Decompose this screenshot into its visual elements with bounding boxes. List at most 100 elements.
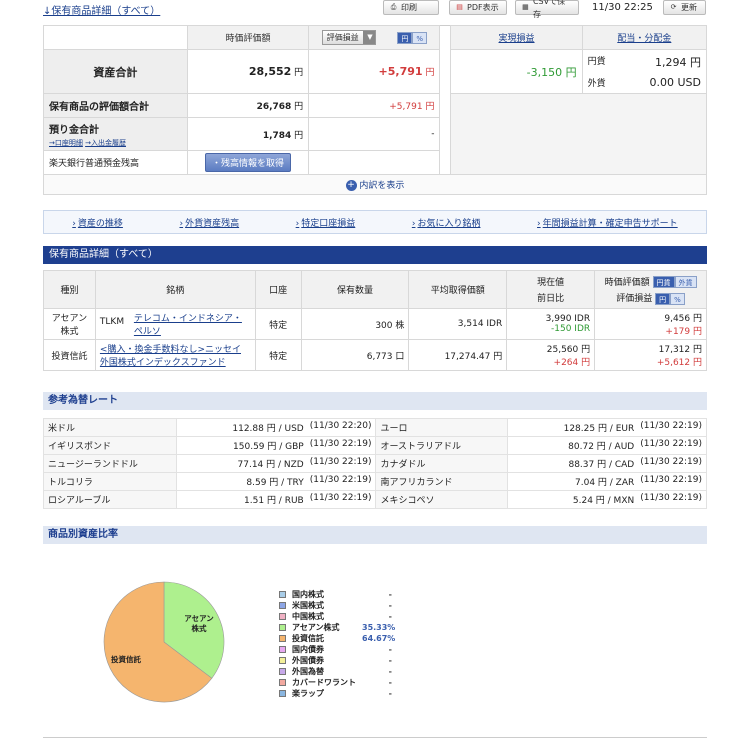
holding-valuation: 17,312 円 +5,612 円 [594,339,707,371]
deposit-total-cell: 預り金合計 →口座明細 →入出金履歴 [43,117,188,151]
col-avg: 平均取得価額 [408,270,508,309]
legend-swatch [279,591,286,598]
legend-swatch [279,679,286,686]
legend-item: 外国為替 - [279,666,429,677]
realized-header: 実現損益 [450,25,583,50]
table-row: ロシアルーブル 1.51 円 / RUB (11/30 22:19) メキシコペソ 5.… [42,490,708,509]
legend-swatch [279,602,286,609]
get-balance-button[interactable]: ・残高情報を取得 [205,153,292,172]
nav-fx-assets-link[interactable]: › 外貨資産残高 [179,216,239,229]
arrow-right-icon: › [72,218,76,229]
valuation-yen-toggle[interactable]: 円貨 [652,276,675,288]
bank-balance-cell: ・残高情報を取得 [186,150,310,175]
breakdown-row: + 内訳を表示 [43,174,707,195]
fx-currency-name: カナダドル [375,454,508,473]
legend-swatch [279,613,286,620]
col-type: 種別 [43,270,96,309]
col-price-change: 現在値 前日比 [506,270,596,309]
refresh-icon: ⟳ [670,3,677,11]
col-valuation-pl: 時価評価額 円貨 外貨 評価損益 円% [594,270,707,309]
pl-unit-yen-toggle[interactable]: 円 [397,31,413,44]
nav-tax-support-link[interactable]: › 年間損益計算・確定申告サポート [537,216,678,229]
pl-unit-pct-toggle[interactable]: % [412,31,428,44]
print-button[interactable]: ⎙ 印刷 [383,0,439,15]
holding-avg: 3,514 IDR [408,308,508,340]
chevron-down-icon: ▼ [367,33,373,41]
table-row: イギリスポンド 150.59 円 / GBP (11/30 22:19) オーストラリ… [42,436,708,455]
realized-pl-value: -3,150 円 [450,49,583,94]
fx-rate-value: 1.51 円 / RUB (11/30 22:19) [176,490,377,509]
holdings-total-label: 保有商品の評価額合計 [43,93,188,118]
valuation-fx-toggle[interactable]: 外貨 [674,276,697,288]
fx-currency-name: ユーロ [375,418,508,437]
arrow-right-icon: › [179,218,184,229]
bank-balance-label: 楽天銀行普通預金残高 [43,150,188,175]
pie-label-asean: アセアン [184,614,214,623]
holdings-section-title: 保有商品詳細（すべて） [43,246,707,264]
holding-name: <購入・換金手数料なし>ニッセイ 外国株式インデックスファンド [94,339,256,371]
top-bar: ↓保有商品詳細（すべて） ⎙ 印刷 ▤ PDF表示 ▦ CSVで保存 11/30 22… [43,0,706,19]
nav-favorites-link[interactable]: › お気に入り銘柄 [412,216,481,229]
allocation-pie-chart: アセアン 株式 投資信託 [103,581,225,703]
holding-type: アセアン 株式 [43,308,96,340]
fx-currency-name: オーストラリアドル [375,436,508,455]
total-assets-value: 28,552 円 [186,49,310,94]
col-name: 銘柄 [94,270,256,309]
csv-icon: ▦ [522,3,529,11]
arrow-right-icon: › [295,218,300,229]
fx-currency-name: 南アフリカランド [375,472,508,491]
holding-type: 投資信託 [43,339,96,371]
deposit-pl-value: - [308,117,441,151]
legend-swatch [279,690,286,697]
holdings-detail-link[interactable]: ↓保有商品詳細（すべて） [43,2,160,17]
arrow-right-icon: › [537,218,541,229]
asset-nav-bar: › 資産の推移 › 外貨資産残高 › 特定口座損益 › お気に入り銘柄 › 年間損益計算・… [43,210,707,234]
legend-swatch [279,668,286,675]
asset-summary-table: 時価評価額 評価損益 ▼ 円% 実現損益 配当・分配金 資産合計 28,552 円… [43,25,708,195]
realized-pl-link[interactable]: 実現損益 [499,34,535,44]
plus-circle-icon: + [345,180,357,191]
holding-account: 特定 [254,339,302,371]
legend-item: 楽ラップ - [279,688,429,699]
fx-rate-value: 88.37 円 / CAD (11/30 22:19) [506,454,708,473]
legend-swatch [279,657,286,664]
dividend-values: 円貨 1,294 円 外貨 0.00 USD [581,49,708,94]
allocation-legend: 国内株式 - 米国株式 - 中国株式 - アセアン株式 35.33% 投資信託 64.67% 国内債… [279,589,429,699]
deposit-total-value: 1,784 円 [186,117,310,151]
nav-asset-history-link[interactable]: › 資産の推移 [72,216,123,229]
fx-rate-value: 80.72 円 / AUD (11/30 22:19) [506,436,708,455]
holding-name-link[interactable]: テレコム・インドネシア・ ペルソ [134,314,242,337]
refresh-button[interactable]: ⟳ 更新 [663,0,706,15]
holdings-pl-yen-toggle[interactable]: 円 [655,292,671,305]
holding-avg: 17,274.47 円 [408,339,508,371]
fx-currency-name: ロシアルーブル [42,490,178,509]
fx-rate-value: 7.04 円 / ZAR (11/30 22:19) [506,472,708,491]
pl-select[interactable]: 評価損益 ▼ [321,30,376,45]
table-row: 米ドル 112.88 円 / USD (11/30 22:20) ユーロ 128.25 … [42,418,708,437]
holding-name: TLKM テレコム・インドネシア・ ペルソ [94,308,256,340]
fx-currency-name: メキシコペソ [375,490,508,509]
pie-label-fund: 投資信託 [111,654,141,664]
dividend-header: 配当・分配金 [581,25,708,50]
legend-item: 国内債券 - [279,644,429,655]
holding-account: 特定 [254,308,302,340]
breakdown-toggle[interactable]: + 内訳を表示 [345,180,404,191]
pdf-button[interactable]: ▤ PDF表示 [449,0,507,15]
fx-section-title: 参考為替レート [43,392,707,410]
account-detail-link[interactable]: →口座明細 [49,139,83,147]
fx-rate-value: 128.25 円 / EUR (11/30 22:19) [506,418,708,437]
legend-swatch [279,635,286,642]
fx-rate-value: 112.88 円 / USD (11/30 22:20) [176,418,377,437]
holding-name-link[interactable]: <購入・換金手数料なし>ニッセイ 外国株式インデックスファンド [100,345,241,368]
legend-item: アセアン株式 35.33% [279,622,429,633]
dividend-link[interactable]: 配当・分配金 [617,34,671,44]
nav-specific-account-link[interactable]: › 特定口座損益 [296,216,356,229]
total-assets-label: 資産合計 [43,49,188,94]
holdings-pl-pct-toggle[interactable]: % [670,292,685,305]
table-row: アセアン 株式 TLKM テレコム・インドネシア・ ペルソ 特定 300 株 3,5… [43,308,707,340]
table-row: ニュージーランドドル 77.14 円 / NZD (11/30 22:19) カナダド… [42,454,708,473]
csv-button[interactable]: ▦ CSVで保存 [515,0,579,19]
fx-currency-name: トルコリラ [42,472,178,491]
fx-rate-value: 5.24 円 / MXN (11/30 22:19) [506,490,708,509]
deposit-history-link[interactable]: →入出金履歴 [85,139,126,147]
